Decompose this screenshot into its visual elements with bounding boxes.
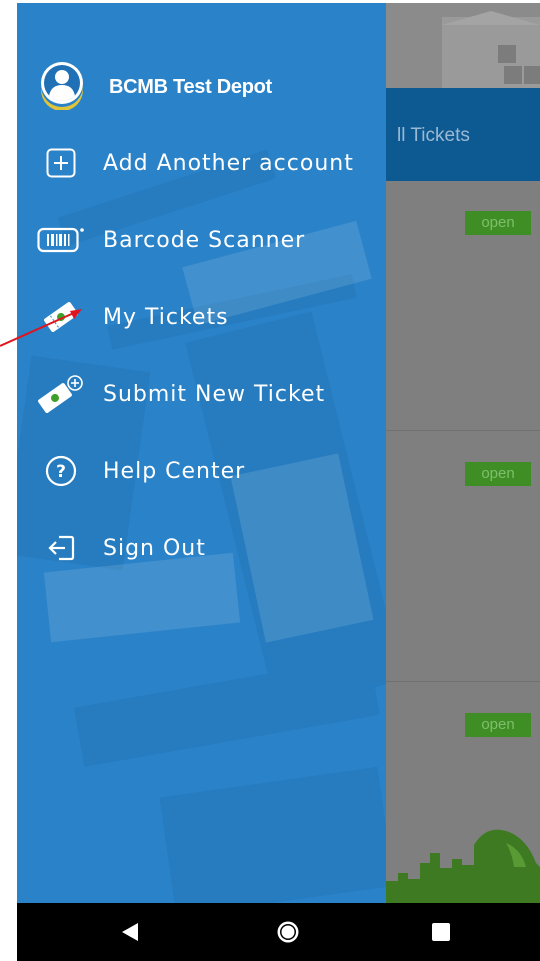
- recents-button[interactable]: [401, 903, 481, 961]
- recents-square-icon: [432, 923, 450, 941]
- barcode-icon: [37, 220, 85, 260]
- account-avatar-icon[interactable]: [37, 58, 87, 110]
- menu-item-add-account[interactable]: Add Another account: [37, 135, 382, 191]
- menu-item-sign-out[interactable]: Sign Out: [37, 520, 382, 576]
- menu-item-label: Add Another account: [103, 150, 354, 176]
- system-navigation-bar: [17, 903, 540, 961]
- menu-item-help-center[interactable]: ? Help Center: [37, 443, 382, 499]
- depot-building-icon: [442, 11, 540, 88]
- back-triangle-icon: [122, 923, 138, 941]
- annotation-arrow: [0, 309, 82, 347]
- home-circle-icon: [277, 921, 299, 943]
- navigation-drawer: BCMB Test Depot Add Another account Barc…: [17, 3, 386, 903]
- menu-item-barcode-scanner[interactable]: Barcode Scanner: [37, 212, 382, 268]
- menu-item-label: My Tickets: [103, 304, 229, 330]
- menu-item-label: Barcode Scanner: [103, 227, 306, 253]
- back-button[interactable]: [90, 903, 170, 961]
- home-button[interactable]: [248, 903, 328, 961]
- add-square-icon: [37, 143, 85, 183]
- ticket-card: open: [386, 181, 540, 431]
- status-badge: open: [465, 713, 531, 737]
- help-circle-icon: ?: [37, 451, 85, 491]
- svg-text:?: ?: [56, 462, 66, 482]
- ticket-add-icon: [37, 374, 85, 414]
- sign-out-icon: [37, 528, 85, 568]
- menu-item-label: Sign Out: [103, 535, 206, 561]
- city-skyline-illustration: [386, 829, 540, 903]
- menu-item-label: Submit New Ticket: [103, 381, 326, 407]
- menu-item-label: Help Center: [103, 458, 246, 484]
- menu-item-submit-ticket[interactable]: Submit New Ticket: [37, 366, 382, 422]
- account-name[interactable]: BCMB Test Depot: [109, 76, 272, 99]
- drawer-content: BCMB Test Depot Add Another account Barc…: [17, 3, 386, 903]
- status-badge: open: [465, 211, 531, 235]
- all-tickets-tab: ll Tickets: [397, 125, 470, 146]
- ticket-card: open: [386, 432, 540, 682]
- app-screen: ll Tickets open open open BCMB Test Depo…: [17, 3, 540, 903]
- status-badge: open: [465, 462, 531, 486]
